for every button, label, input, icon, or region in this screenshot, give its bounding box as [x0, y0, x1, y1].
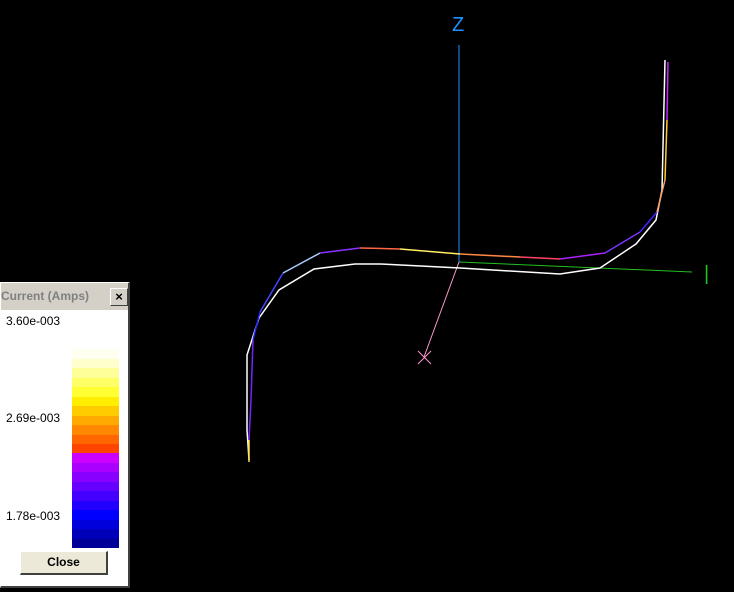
- color-swatch: [72, 415, 119, 426]
- legend-title: Current (Amps): [1, 289, 90, 303]
- 3d-viewport[interactable]: Z | Current (Amps) × 3.60e-003 2.69e-003…: [0, 0, 734, 592]
- color-swatch: [72, 340, 119, 350]
- color-scale-bar: [72, 340, 119, 548]
- y-axis-label: |: [704, 263, 709, 285]
- color-swatch: [72, 538, 119, 548]
- color-swatch: [72, 481, 119, 492]
- close-button[interactable]: Close: [20, 551, 108, 575]
- color-swatch: [72, 396, 119, 407]
- close-icon[interactable]: ×: [110, 288, 128, 306]
- color-swatch: [72, 519, 119, 530]
- legend-titlebar[interactable]: Current (Amps) ×: [1, 285, 129, 309]
- legend-mid-label: 2.69e-003: [6, 411, 61, 425]
- legend-body: 3.60e-003 2.69e-003 1.78e-003 Close: [1, 310, 128, 586]
- color-swatch: [72, 443, 119, 454]
- color-swatch: [72, 406, 119, 416]
- legend-max-label: 3.60e-003: [6, 314, 61, 328]
- color-swatch: [72, 377, 119, 388]
- color-swatch: [72, 349, 119, 359]
- antenna-wire: [246, 59, 666, 461]
- color-swatch: [72, 510, 119, 520]
- color-swatch: [72, 453, 119, 463]
- color-swatch: [72, 472, 119, 482]
- color-swatch: [72, 500, 119, 511]
- color-swatch: [72, 387, 119, 397]
- color-swatch: [72, 358, 119, 369]
- color-swatch: [72, 462, 119, 473]
- color-swatch: [72, 368, 119, 378]
- z-axis-label: Z: [452, 14, 464, 36]
- color-swatch: [72, 425, 119, 435]
- color-swatch: [72, 434, 119, 444]
- x-axis-label: [417, 350, 432, 365]
- color-swatch: [72, 491, 119, 501]
- legend-min-label: 1.78e-003: [6, 509, 61, 523]
- x-axis-line: [423, 261, 460, 358]
- current-legend-window[interactable]: Current (Amps) × 3.60e-003 2.69e-003 1.7…: [0, 282, 130, 588]
- color-swatch: [72, 529, 119, 539]
